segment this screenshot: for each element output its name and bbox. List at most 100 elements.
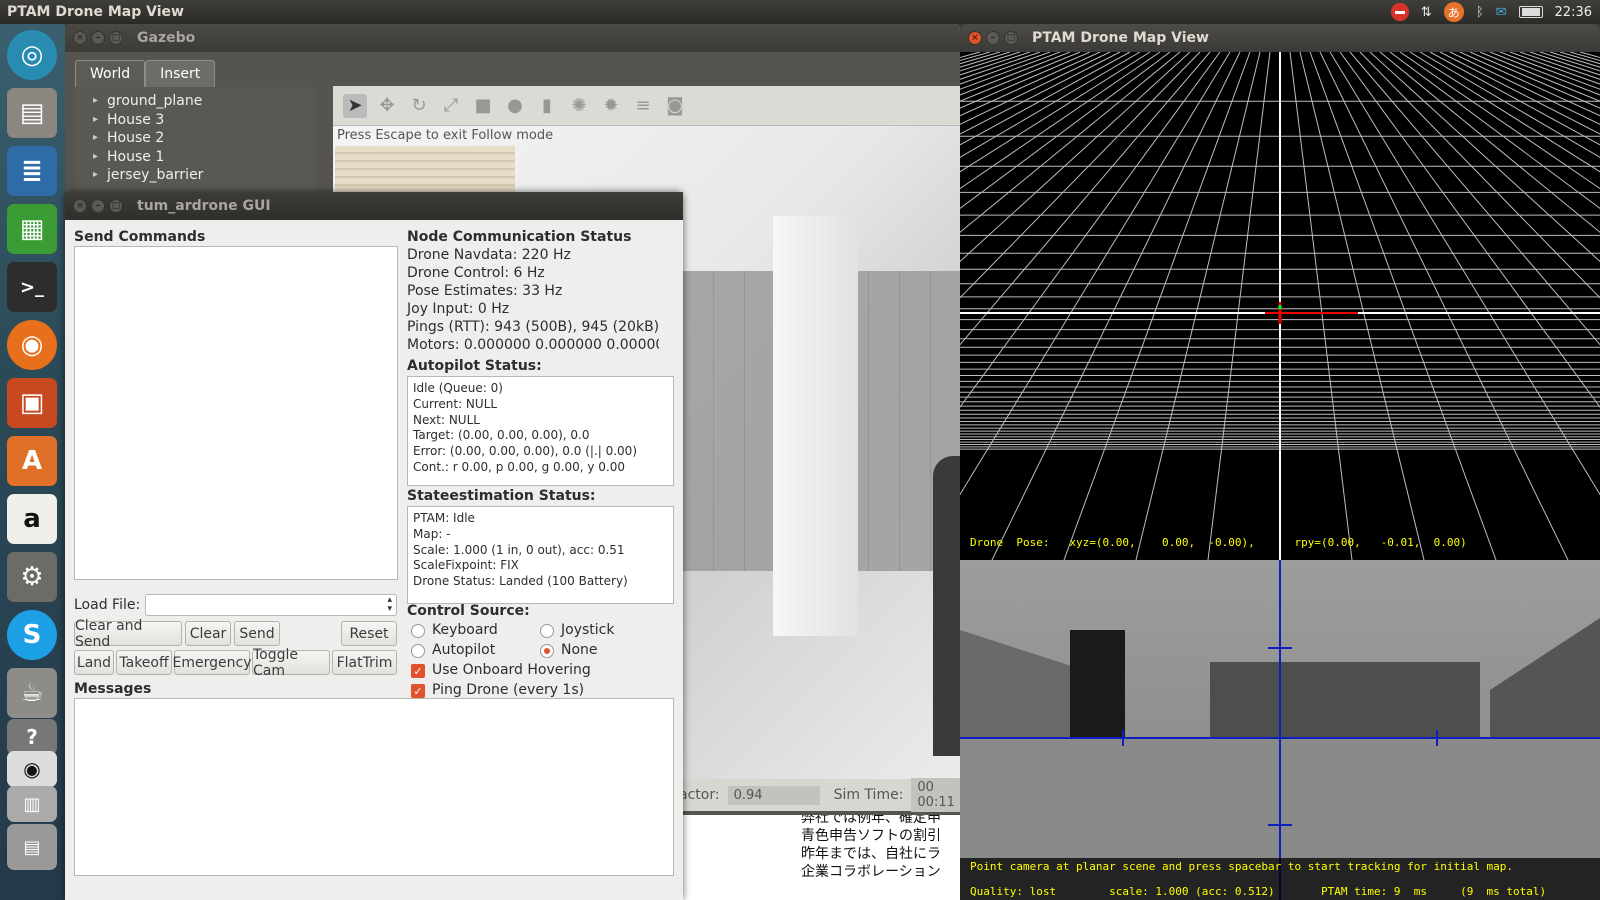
cylinder-icon[interactable]: ▮ (535, 94, 559, 118)
map-view[interactable]: Drone Pose: xyz=(0.00, 0.00, -0.00), rpy… (960, 52, 1600, 560)
flattrim-button[interactable]: FlatTrim (332, 650, 397, 675)
calc-icon[interactable]: ▦ (7, 204, 57, 254)
mail-icon[interactable]: ✉ (1496, 5, 1507, 20)
radio-none[interactable] (540, 644, 554, 658)
send-button[interactable]: Send (234, 621, 280, 646)
tree-item[interactable]: House 1 (93, 149, 315, 168)
input-method-icon[interactable]: あ (1443, 2, 1464, 22)
radio-keyboard-label[interactable]: Keyboard (432, 622, 498, 638)
system-tray: ⇅ あ ᛒ ✉ 22:36 (1390, 2, 1600, 22)
emergency-button[interactable]: Emergency (173, 650, 251, 675)
gui-title: tum_ardrone GUI (137, 198, 271, 214)
minimize-icon[interactable]: – (986, 31, 1000, 45)
radio-joystick-label[interactable]: Joystick (561, 622, 614, 638)
minimize-icon[interactable]: – (91, 31, 105, 45)
pings-rtt: Pings (RTT): 943 (500B), 945 (20kB) (407, 319, 660, 335)
clock[interactable]: 22:36 (1555, 5, 1592, 20)
skype-icon[interactable]: S (7, 610, 57, 660)
impress-icon[interactable]: ▣ (7, 378, 57, 428)
autopilot-line: Error: (0.00, 0.00, 0.00), 0.0 (|.| 0.00… (413, 444, 637, 459)
background-document: 弊社では例年、確定申 青色申告ソフトの割引 昨年までは、自社にラ 企業コラボレー… (683, 815, 960, 900)
system-settings-icon[interactable]: ⚙ (7, 552, 57, 602)
land-button[interactable]: Land (74, 650, 114, 675)
escape-hint: Press Escape to exit Follow mode (337, 128, 554, 143)
screenshot-icon[interactable]: ◙ (663, 94, 687, 118)
autopilot-heading: Autopilot Status: (407, 358, 542, 374)
radio-autopilot[interactable] (411, 644, 425, 658)
control-rate: Drone Control: 6 Hz (407, 265, 545, 281)
box-icon[interactable]: ■ (471, 94, 495, 118)
software-center-icon[interactable]: A (7, 436, 57, 486)
minimize-icon[interactable]: – (91, 199, 105, 213)
check-onboard-hovering[interactable]: ✓ (411, 664, 425, 678)
check-ping-drone-label[interactable]: Ping Drone (every 1s) (432, 682, 584, 698)
bluetooth-icon[interactable]: ᛒ (1476, 5, 1484, 20)
tree-item[interactable]: ground_plane (93, 93, 315, 112)
clear-and-send-button[interactable]: Clear and Send (74, 618, 182, 650)
gazebo-title-bar[interactable]: × – □ Gazebo (65, 24, 960, 52)
map-grid (960, 52, 1600, 560)
ubuntu-dash-icon[interactable]: ◎ (7, 30, 57, 80)
radio-autopilot-label[interactable]: Autopilot (432, 642, 495, 658)
tree-item[interactable]: House 3 (93, 112, 315, 131)
maximize-icon[interactable]: □ (109, 31, 123, 45)
spot-light-icon[interactable]: ✹ (599, 94, 623, 118)
workspaces-icon[interactable]: ▥ (7, 786, 57, 822)
unknown-app-icon[interactable]: ? (7, 719, 57, 755)
ptam-window: × – □ PTAM Drone Map View Drone Pose: xyz=… (960, 24, 1600, 900)
takeoff-button[interactable]: Takeoff (116, 650, 172, 675)
trash-icon[interactable]: ▤ (7, 824, 57, 870)
camera-view[interactable]: Point camera at planar scene and press s… (960, 560, 1600, 900)
ptam-title-bar[interactable]: × – □ PTAM Drone Map View (960, 24, 1600, 52)
messages-textarea[interactable] (74, 698, 674, 876)
load-file-combo[interactable]: ▴ ▾ (145, 594, 397, 616)
point-light-icon[interactable]: ✺ (567, 94, 591, 118)
reset-button[interactable]: Reset (341, 621, 397, 646)
close-icon[interactable]: × (73, 199, 87, 213)
toggle-cam-button[interactable]: Toggle Cam (252, 647, 330, 679)
firefox-icon[interactable]: ◉ (7, 320, 57, 370)
commands-textarea[interactable] (74, 246, 398, 580)
doc-line: 弊社では例年、確定申 (801, 815, 941, 826)
state-line: Map: - (413, 526, 451, 541)
translate-icon[interactable]: ✥ (375, 94, 399, 118)
state-line: Scale: 1.000 (1 in, 0 out), acc: 0.51 (413, 542, 625, 557)
stateestimation-status-box: PTAM: Idle Map: - Scale: 1.000 (1 in, 0 … (407, 506, 674, 604)
terminal-icon[interactable]: >_ (7, 262, 57, 312)
directional-light-icon[interactable]: ≡ (631, 94, 655, 118)
state-line: Drone Status: Landed (100 Battery) (413, 574, 628, 589)
gui-title-bar[interactable]: × – □ tum_ardrone GUI (65, 192, 683, 220)
factor-value: 0.94 (727, 785, 820, 805)
select-arrow-icon[interactable]: ➤ (343, 93, 367, 118)
doc-line: 昨年までは、自社にラ (801, 846, 941, 862)
clear-button[interactable]: Clear (185, 621, 231, 646)
close-icon[interactable]: × (73, 31, 87, 45)
ptam-quality-readout: Quality: lost scale: 1.000 (acc: 0.512) … (970, 885, 1547, 898)
writer-icon[interactable]: ≣ (7, 146, 57, 196)
messages-heading: Messages (74, 681, 152, 697)
radio-none-label[interactable]: None (561, 642, 598, 658)
tree-item[interactable]: jersey_barrier (93, 167, 315, 186)
scale-icon[interactable]: ⤢ (439, 94, 463, 118)
amazon-icon[interactable]: a (7, 494, 57, 544)
maximize-icon[interactable]: □ (109, 199, 123, 213)
java-icon[interactable]: ☕ (7, 668, 57, 718)
maximize-icon[interactable]: □ (1004, 31, 1018, 45)
check-ping-drone[interactable]: ✓ (411, 684, 425, 698)
sphere-icon[interactable]: ● (503, 94, 527, 118)
active-window-title: PTAM Drone Map View (7, 4, 184, 20)
rotate-icon[interactable]: ↻ (407, 94, 431, 118)
files-icon[interactable]: ▤ (7, 88, 57, 138)
check-onboard-hovering-label[interactable]: Use Onboard Hovering (432, 662, 591, 678)
radio-keyboard[interactable] (411, 624, 425, 638)
close-icon[interactable]: × (968, 31, 982, 45)
tab-insert[interactable]: Insert (145, 60, 216, 87)
disk-icon[interactable]: ◉ (7, 751, 57, 787)
battery-icon[interactable] (1518, 6, 1543, 18)
tree-item[interactable]: House 2 (93, 130, 315, 149)
network-arrows-icon[interactable]: ⇅ (1421, 5, 1432, 20)
no-entry-icon[interactable] (1390, 3, 1409, 21)
barrier-shape (933, 456, 960, 756)
tab-world[interactable]: World (75, 60, 146, 87)
radio-joystick[interactable] (540, 624, 554, 638)
